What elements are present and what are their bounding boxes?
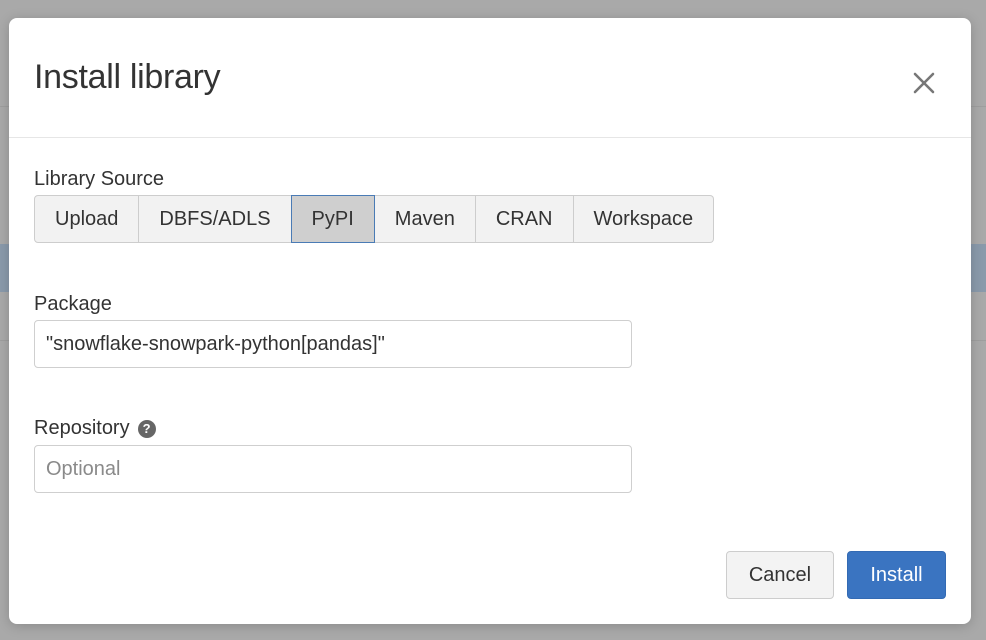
repository-label: Repository xyxy=(34,417,130,439)
close-icon xyxy=(913,72,935,94)
source-workspace-button[interactable]: Workspace xyxy=(573,195,715,243)
cancel-button[interactable]: Cancel xyxy=(726,551,834,599)
package-input[interactable] xyxy=(34,320,632,368)
help-icon[interactable]: ? xyxy=(137,419,156,438)
library-source-selector: Upload DBFS/ADLS PyPI Maven CRAN Workspa… xyxy=(34,195,715,243)
install-button[interactable]: Install xyxy=(847,551,946,599)
source-upload-button[interactable]: Upload xyxy=(34,195,140,243)
dialog-header: Install library xyxy=(9,18,971,138)
repository-label-row: Repository ? xyxy=(34,417,156,440)
dialog-title: Install library xyxy=(34,58,221,96)
close-button[interactable] xyxy=(905,64,943,102)
repository-input[interactable] xyxy=(34,445,632,493)
source-dbfs-adls-button[interactable]: DBFS/ADLS xyxy=(139,195,292,243)
package-label: Package xyxy=(34,293,112,315)
library-source-label: Library Source xyxy=(34,168,165,190)
install-library-dialog: Install library Library Source Upload DB… xyxy=(9,18,971,624)
source-maven-button[interactable]: Maven xyxy=(374,195,476,243)
source-pypi-button[interactable]: PyPI xyxy=(290,195,375,243)
source-cran-button[interactable]: CRAN xyxy=(475,195,574,243)
